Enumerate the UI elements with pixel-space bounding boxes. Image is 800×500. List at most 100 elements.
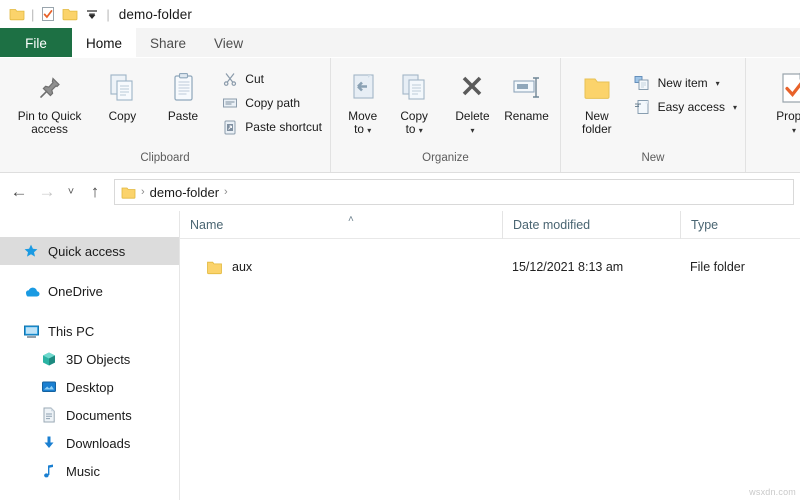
paste-shortcut-label: Paste shortcut bbox=[245, 120, 323, 134]
copy-label: Copy bbox=[108, 109, 137, 123]
new-item-button[interactable]: New item ▾ bbox=[633, 72, 737, 94]
divider: | bbox=[31, 6, 35, 22]
easy-access-label: Easy access bbox=[657, 100, 725, 114]
cell-type: File folder bbox=[690, 260, 745, 274]
copy-button[interactable]: Copy bbox=[93, 64, 152, 123]
breadcrumb[interactable]: › demo-folder › bbox=[114, 179, 794, 205]
copy-to-label-line2: to bbox=[405, 122, 416, 136]
ribbon-group-clipboard: Pin to Quick access Copy Paste Cut Copy … bbox=[0, 58, 330, 172]
rename-icon bbox=[510, 68, 544, 108]
sidebar-item-downloads[interactable]: Downloads bbox=[0, 429, 179, 457]
sidebar-item-label: 3D Objects bbox=[66, 351, 131, 367]
breadcrumb-separator[interactable]: › bbox=[224, 186, 228, 198]
ribbon-group-new: New folder New item ▾ Easy access ▾ New bbox=[560, 58, 745, 172]
rename-button[interactable]: Rename bbox=[501, 64, 552, 123]
sidebar-item-label: OneDrive bbox=[48, 283, 103, 299]
folder-icon[interactable] bbox=[59, 3, 81, 25]
sidebar-item-label: Desktop bbox=[66, 379, 114, 395]
arrow-up-icon[interactable]: ↑ bbox=[82, 179, 108, 205]
folder-icon[interactable] bbox=[6, 3, 28, 25]
chevron-down-icon[interactable]: ▾ bbox=[716, 79, 720, 88]
table-row[interactable]: aux 15/12/2021 8:13 am File folder bbox=[180, 252, 800, 282]
column-headers: Name ˄ Date modified Type bbox=[180, 210, 800, 239]
copy-to-icon bbox=[397, 68, 431, 108]
paste-shortcut-button[interactable]: Paste shortcut bbox=[220, 116, 322, 138]
sidebar-item-3d-objects[interactable]: 3D Objects bbox=[0, 345, 179, 373]
pin-to-quick-access-button[interactable]: Pin to Quick access bbox=[8, 64, 91, 136]
music-note-icon bbox=[40, 462, 58, 480]
tabstrip-filler bbox=[257, 28, 800, 58]
file-list-pane: Name ˄ Date modified Type aux 15/12/2021… bbox=[180, 210, 800, 500]
chevron-down-icon[interactable]: ˅ bbox=[62, 179, 80, 205]
breadcrumb-item-demo-folder[interactable]: demo-folder bbox=[150, 185, 219, 200]
cloud-icon bbox=[22, 282, 40, 300]
sidebar-item-onedrive[interactable]: OneDrive bbox=[0, 277, 179, 305]
ribbon-group-label-new: New bbox=[641, 152, 665, 164]
chevron-down-icon[interactable]: ▾ bbox=[419, 126, 423, 135]
move-to-button[interactable]: Move to ▾ bbox=[339, 64, 386, 137]
tab-share[interactable]: Share bbox=[136, 28, 201, 58]
sidebar-item-quick-access[interactable]: Quick access bbox=[0, 237, 180, 265]
ribbon-group-label-organize: Organize bbox=[422, 152, 469, 164]
move-to-label-line2: to bbox=[354, 122, 364, 136]
sidebar-item-desktop[interactable]: Desktop bbox=[0, 373, 179, 401]
ribbon-tabs: File Home Share View bbox=[0, 28, 800, 58]
delete-label: Delete bbox=[455, 109, 490, 123]
paste-button[interactable]: Paste bbox=[154, 64, 213, 123]
paste-label: Paste bbox=[167, 109, 199, 123]
title-bar: | | demo-folder bbox=[0, 0, 800, 28]
sidebar-item-label: This PC bbox=[48, 323, 95, 339]
column-header-type[interactable]: Type bbox=[680, 210, 800, 239]
paste-icon bbox=[166, 68, 200, 108]
cut-button[interactable]: Cut bbox=[220, 68, 322, 90]
new-folder-label-line1: New bbox=[585, 109, 609, 123]
tab-home[interactable]: Home bbox=[72, 28, 137, 58]
copy-icon bbox=[105, 68, 139, 108]
monitor-icon bbox=[22, 322, 40, 340]
sidebar-item-label: Downloads bbox=[66, 435, 131, 451]
window-title: demo-folder bbox=[118, 6, 192, 22]
breadcrumb-separator: › bbox=[141, 186, 145, 198]
cell-name[interactable]: aux bbox=[180, 260, 502, 275]
tab-view[interactable]: View bbox=[200, 28, 258, 58]
delete-button[interactable]: Delete ▾ bbox=[448, 64, 497, 137]
tab-file[interactable]: File bbox=[0, 28, 72, 58]
sidebar-item-this-pc[interactable]: This PC bbox=[0, 317, 179, 345]
chevron-down-icon[interactable]: ▾ bbox=[470, 126, 474, 135]
customize-qat-icon[interactable] bbox=[81, 3, 103, 25]
pin-icon bbox=[35, 68, 65, 108]
properties-icon bbox=[777, 68, 800, 108]
column-header-date-modified[interactable]: Date modified bbox=[502, 210, 680, 239]
easy-access-button[interactable]: Easy access ▾ bbox=[633, 96, 737, 118]
arrow-right-icon[interactable]: → bbox=[34, 179, 60, 205]
chevron-down-icon[interactable]: ▾ bbox=[733, 103, 737, 112]
cube-icon bbox=[40, 350, 58, 368]
sidebar-item-music[interactable]: Music bbox=[0, 457, 179, 485]
move-to-icon bbox=[346, 68, 380, 108]
delete-x-icon bbox=[456, 68, 488, 108]
download-icon bbox=[40, 434, 58, 452]
properties-button[interactable]: Proper ▾ bbox=[762, 64, 800, 137]
chevron-down-icon[interactable]: ▾ bbox=[367, 126, 371, 135]
star-icon bbox=[22, 242, 40, 260]
column-header-name[interactable]: Name ˄ bbox=[180, 211, 502, 239]
new-folder-button[interactable]: New folder bbox=[569, 64, 625, 136]
new-folder-label-line2: folder bbox=[582, 122, 612, 136]
ribbon-group-organize: Move to ▾ Copy to ▾ Delete ▾ Rename Orga… bbox=[330, 58, 560, 172]
ribbon-group-open: Proper ▾ bbox=[745, 58, 800, 172]
document-icon bbox=[40, 406, 58, 424]
properties-label: Proper bbox=[776, 109, 800, 123]
paste-shortcut-icon bbox=[220, 118, 239, 137]
properties-check-icon[interactable] bbox=[37, 3, 59, 25]
desktop-icon bbox=[40, 378, 58, 396]
sidebar-item-documents[interactable]: Documents bbox=[0, 401, 179, 429]
pin-label-line1: Pin to Quick bbox=[17, 109, 82, 123]
chevron-down-icon[interactable]: ▾ bbox=[792, 126, 796, 135]
copy-path-icon bbox=[220, 94, 239, 113]
copy-path-button[interactable]: Copy path bbox=[220, 92, 322, 114]
copy-to-button[interactable]: Copy to ▾ bbox=[390, 64, 437, 137]
arrow-left-icon[interactable]: ← bbox=[6, 179, 32, 205]
rename-label: Rename bbox=[504, 109, 549, 123]
sidebar-item-label: Quick access bbox=[48, 243, 126, 259]
easy-access-icon bbox=[633, 98, 652, 117]
